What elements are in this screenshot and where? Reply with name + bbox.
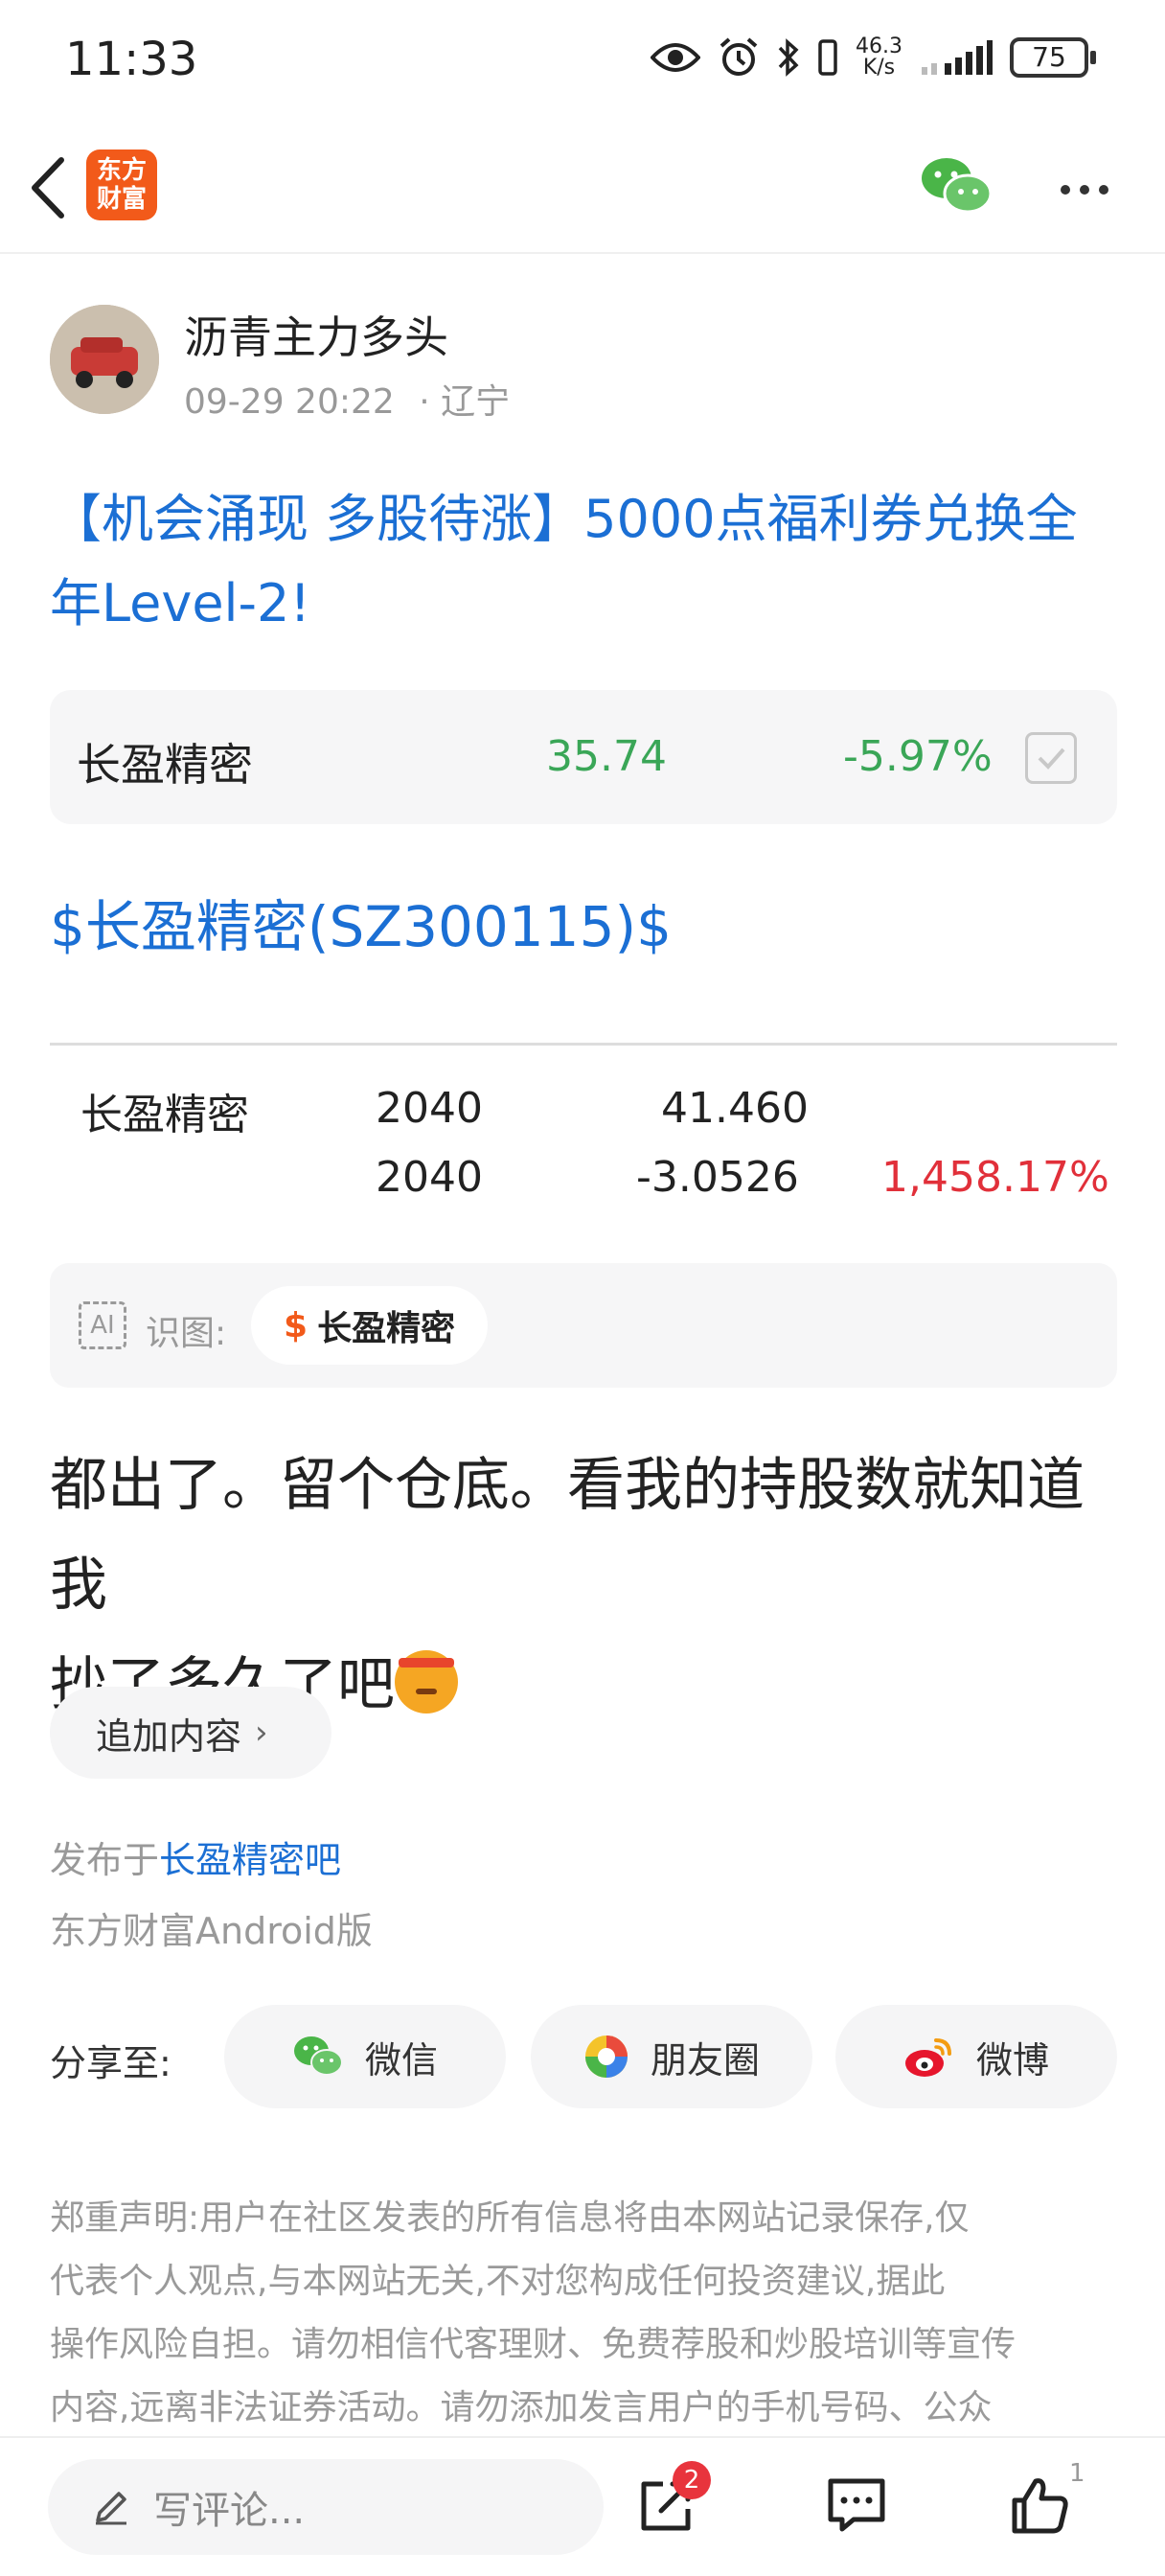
stock-price: 35.74 [546, 732, 667, 781]
share-wechat-button[interactable]: 微信 [224, 2005, 506, 2108]
net-speed: 46.3 K/s [856, 36, 902, 79]
published-in: 发布于长盈精密吧 [50, 1830, 341, 1883]
post-meta: 09-29 20:22 · 辽宁 [184, 374, 510, 424]
status-bar: 11:33 46.3 K/s 75 [0, 0, 1165, 115]
signal-icon [920, 40, 993, 75]
disclaimer-line: 内容,远离非法证券活动。请勿添加发言用户的手机号码、公众 [50, 2388, 993, 2427]
holdings-table: 长盈精密 2040 41.460 2040 -3.0526 1,458.17% [50, 1043, 1117, 1234]
net-speed-unit: K/s [862, 56, 896, 80]
author-name[interactable]: 沥青主力多头 [184, 303, 448, 366]
moments-icon [584, 2036, 628, 2078]
holding-value: 41.460 [661, 1084, 809, 1133]
disclaimer-line: 代表个人观点,与本网站无关,不对您构成任何投资建议,据此 [50, 2262, 946, 2301]
chevron-right-icon: › [255, 1714, 268, 1752]
stock-tag-link[interactable]: $长盈精密(SZ300115)$ [50, 882, 672, 962]
wechat-icon [922, 158, 993, 214]
pencil-icon [96, 2492, 126, 2525]
alarm-icon [718, 36, 760, 79]
comment-input[interactable]: 写评论... [48, 2459, 604, 2555]
thumbs-up-icon [1012, 2478, 1068, 2534]
comment-button[interactable] [818, 2467, 895, 2543]
app-logo[interactable]: 东方 财富 [86, 150, 157, 220]
disclaimer: 郑重声明:用户在社区发表的所有信息将由本网站记录保存,仅 代表个人观点,与本网站… [50, 2187, 1123, 2440]
comment-placeholder: 写评论... [153, 2489, 306, 2533]
holding-stock-name: 长盈精密 [80, 1091, 249, 1139]
forum-link[interactable]: 长盈精密吧 [159, 1839, 341, 1881]
share-button[interactable]: 2 [628, 2461, 711, 2543]
avatar[interactable] [50, 305, 159, 414]
share-weibo-label: 微博 [975, 2038, 1049, 2082]
more-icon-dot [1061, 185, 1070, 195]
ai-recognition-bar: AI 识图: $ 长盈精密 [50, 1263, 1117, 1388]
recognized-stock-name: 长盈精密 [317, 1309, 456, 1348]
status-icons: 46.3 K/s 75 [651, 29, 1096, 86]
back-arrow-icon [32, 157, 64, 218]
wechat-icon [293, 2036, 343, 2076]
holding-return-pct: 1,458.17% [881, 1153, 1109, 1202]
holding-qty: 2040 [376, 1153, 483, 1202]
net-speed-value: 46.3 [856, 34, 902, 58]
holding-cost: -3.0526 [636, 1153, 799, 1202]
disclaimer-line: 郑重声明:用户在社区发表的所有信息将由本网站记录保存,仅 [50, 2198, 970, 2238]
published-prefix: 发布于 [50, 1839, 160, 1881]
stock-change: -5.97% [843, 732, 993, 781]
stock-name: 长盈精密 [77, 739, 253, 791]
ai-scan-icon: AI [79, 1301, 126, 1349]
like-button[interactable]: 1 [1002, 2459, 1085, 2543]
dollar-icon: $ [284, 1305, 308, 1346]
append-content-label: 追加内容 [96, 1714, 242, 1758]
app-logo-line1: 东方 [96, 156, 147, 185]
battery-icon: 75 [1010, 37, 1096, 78]
ai-recognition-label: 识图: [146, 1314, 227, 1353]
bluetooth-icon [777, 36, 800, 79]
post-datetime: 09-29 20:22 [184, 382, 395, 422]
recognized-stock-chip[interactable]: $ 长盈精密 [251, 1286, 489, 1365]
weibo-icon [904, 2038, 951, 2077]
wechat-share-button[interactable] [920, 153, 993, 220]
angry-face-emoji-icon [395, 1650, 458, 1714]
app-logo-line2: 财富 [96, 185, 147, 214]
disclaimer-line: 操作风险自担。请勿相信代客理财、免费荐股和炒股培训等宣传 [50, 2325, 1017, 2364]
add-watchlist-checkbox[interactable] [1025, 732, 1077, 784]
post-title[interactable]: 【机会涌现 多股待涨】5000点福利券兑换全年Level-2! [50, 477, 1123, 646]
back-button[interactable] [19, 150, 77, 226]
stock-quote-card[interactable]: 长盈精密 35.74 -5.97% [50, 690, 1117, 824]
like-count: 1 [1069, 2459, 1085, 2488]
post-location: · 辽宁 [419, 382, 511, 422]
share-moments-button[interactable]: 朋友圈 [531, 2005, 812, 2108]
more-icon-dot [1099, 185, 1108, 195]
share-weibo-button[interactable]: 微博 [835, 2005, 1117, 2108]
eye-icon [651, 38, 701, 77]
share-wechat-label: 微信 [364, 2038, 438, 2082]
vibrate-icon [817, 38, 838, 77]
comment-icon [828, 2478, 885, 2532]
platform-info: 东方财富Android版 [50, 1910, 373, 1952]
status-time: 11:33 [65, 33, 198, 86]
share-badge: 2 [673, 2461, 711, 2499]
share-label: 分享至: [50, 2042, 171, 2084]
more-button[interactable] [1046, 161, 1123, 218]
check-icon [1038, 748, 1065, 770]
append-content-button[interactable]: 追加内容 › [50, 1687, 331, 1779]
app-header: 东方 财富 [0, 125, 1165, 254]
bottom-action-bar: 写评论... 2 1 [0, 2436, 1165, 2576]
more-icon-dot [1080, 185, 1089, 195]
share-moments-label: 朋友圈 [650, 2038, 760, 2082]
post-body-line1: 都出了。留个仓底。看我的持股数就知道我 [50, 1452, 1085, 1619]
holding-qty: 2040 [376, 1084, 483, 1133]
